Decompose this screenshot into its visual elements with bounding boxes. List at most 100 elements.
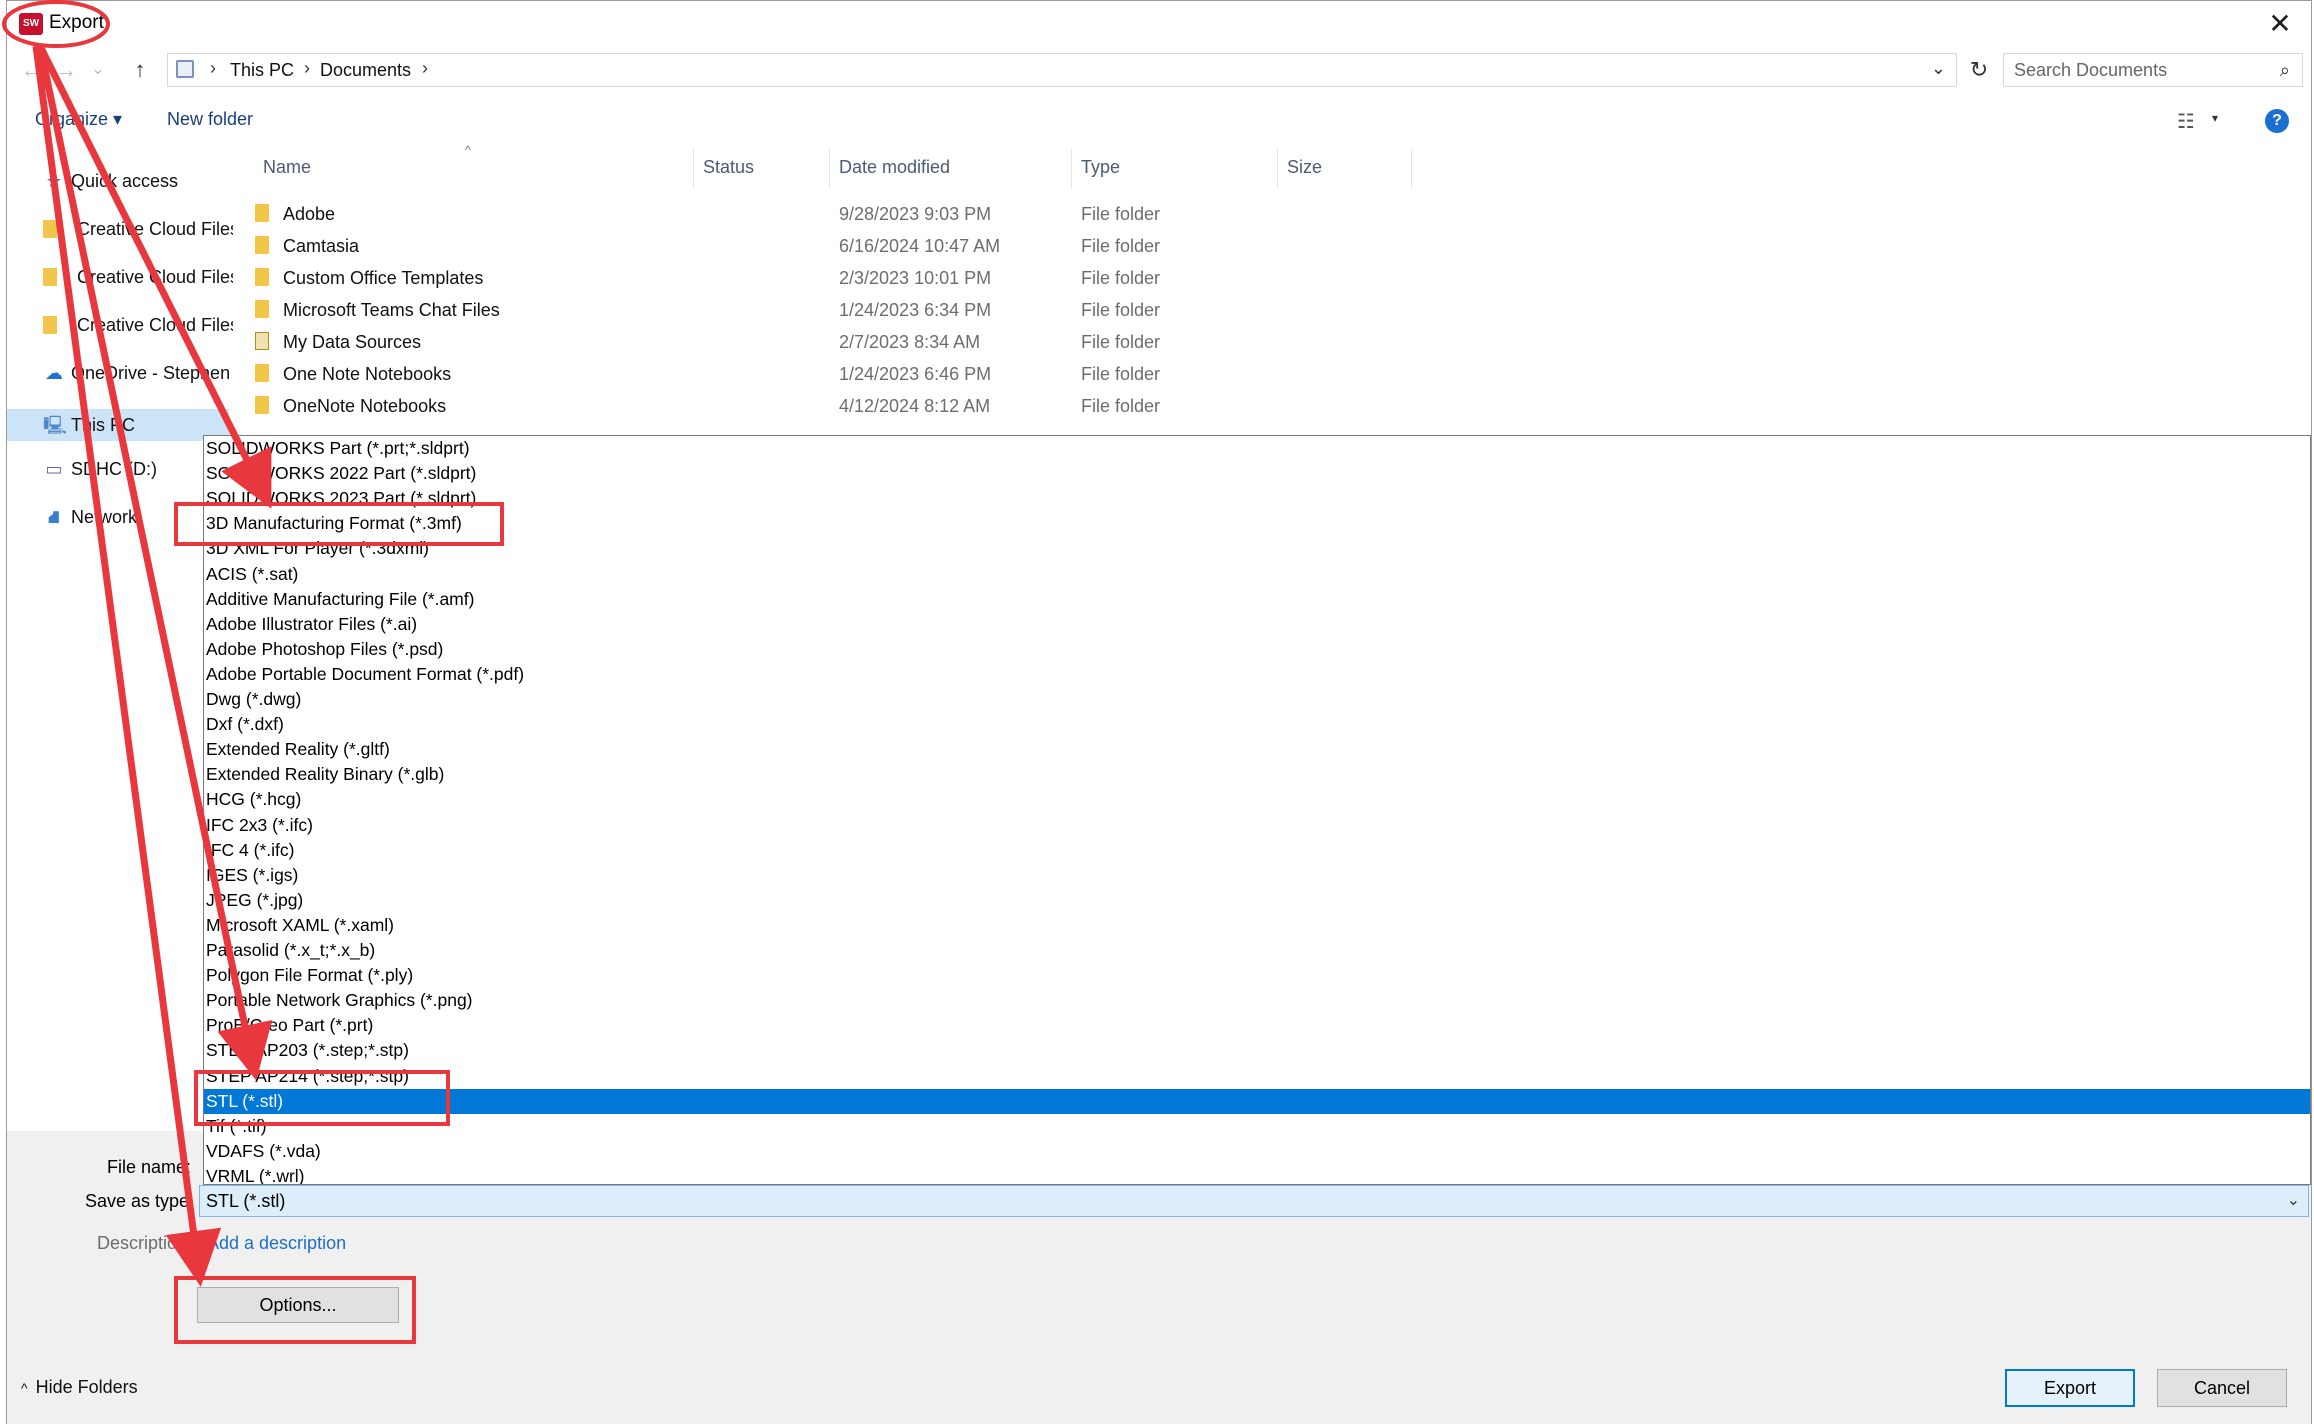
save-type-option[interactable]: Dxf (*.dxf) (204, 712, 2310, 737)
column-divider[interactable] (693, 149, 694, 189)
file-name: My Data Sources (283, 332, 422, 352)
file-date: 2/7/2023 8:34 AM (839, 332, 981, 352)
file-name: Camtasia (283, 236, 360, 256)
save-type-option[interactable]: Extended Reality Binary (*.glb) (204, 762, 2310, 787)
column-divider[interactable] (1071, 149, 1072, 189)
save-type-option[interactable]: SOLIDWORKS 2023 Part (*.sldprt) (204, 486, 2310, 511)
address-bar[interactable]: › This PC › Documents › ⌄ (167, 53, 1957, 87)
save-type-option[interactable]: SOLIDWORKS Part (*.prt;*.sldprt) (204, 436, 2310, 461)
search-input[interactable]: Search Documents ⌕ (2003, 53, 2303, 87)
add-description-link[interactable]: Add a description (207, 1233, 346, 1254)
sidebar-item-creative-cloud-3[interactable]: Creative Cloud Files (43, 315, 233, 349)
file-row[interactable]: Camtasia 6/16/2024 10:47 AM File folder (243, 231, 2243, 263)
this-pc-icon (176, 60, 194, 78)
solidworks-logo-icon: SW (19, 13, 43, 35)
save-type-option[interactable]: SOLIDWORKS 2022 Part (*.sldprt) (204, 461, 2310, 486)
search-icon: ⌕ (2279, 60, 2290, 80)
file-row[interactable]: Adobe 9/28/2023 9:03 PM File folder (243, 199, 2243, 231)
column-divider[interactable] (1277, 149, 1278, 189)
save-type-option[interactable]: ACIS (*.sat) (204, 562, 2310, 587)
save-type-option[interactable]: VRML (*.wrl) (204, 1164, 2310, 1184)
save-type-option[interactable]: VDAFS (*.vda) (204, 1139, 2310, 1164)
forward-arrow-icon[interactable]: → (51, 55, 81, 85)
save-type-option[interactable]: Extended Reality (*.gltf) (204, 737, 2310, 762)
file-date: 4/12/2024 8:12 AM (839, 396, 991, 416)
file-row[interactable]: OneNote Notebooks 4/12/2024 8:12 AM File… (243, 391, 2243, 423)
search-placeholder: Search Documents (2014, 60, 2168, 80)
file-type: File folder (1081, 268, 1161, 288)
file-type: File folder (1081, 204, 1161, 224)
save-as-type-select[interactable]: STL (*.stl) ⌄ (199, 1185, 2309, 1217)
close-button[interactable]: ✕ (2263, 7, 2297, 41)
save-type-option[interactable]: IFC 2x3 (*.ifc) (204, 813, 2310, 838)
sidebar-item-quick-access[interactable]: ★ Quick access (43, 171, 233, 205)
folder-icon (255, 300, 269, 318)
help-icon[interactable]: ? (2265, 109, 2289, 133)
save-type-option[interactable]: Additive Manufacturing File (*.amf) (204, 587, 2310, 612)
file-date: 2/3/2023 10:01 PM (839, 268, 992, 288)
save-type-option[interactable]: Adobe Photoshop Files (*.psd) (204, 637, 2310, 662)
save-type-option[interactable]: STEP AP214 (*.step;*.stp) (204, 1064, 2310, 1089)
save-type-option[interactable]: JPEG (*.jpg) (204, 888, 2310, 913)
options-button[interactable]: Options... (197, 1287, 399, 1323)
sidebar-item-this-pc[interactable]: 🖳 This PC (7, 409, 229, 441)
save-as-type-label: Save as type: (85, 1191, 195, 1211)
save-type-option[interactable]: Dwg (*.dwg) (204, 687, 2310, 712)
file-date: 1/24/2023 6:46 PM (839, 364, 992, 384)
up-arrow-icon[interactable]: ↑ (125, 55, 155, 85)
save-as-type-list[interactable]: SOLIDWORKS Part (*.prt;*.sldprt) SOLIDWOR… (203, 435, 2311, 1185)
file-row[interactable]: One Note Notebooks 1/24/2023 6:46 PM Fil… (243, 359, 2243, 391)
file-name: Adobe (283, 204, 336, 224)
save-type-option[interactable]: Tif (*.tif) (204, 1114, 2310, 1139)
save-type-option[interactable]: STL (*.stl) (204, 1088, 2310, 1114)
save-type-option[interactable]: ProE/Creo Part (*.prt) (204, 1013, 2310, 1038)
refresh-icon[interactable]: ↻ (1962, 53, 1996, 87)
folder-icon (255, 204, 269, 222)
column-header-size[interactable]: Size (1287, 157, 1322, 178)
column-divider[interactable] (1411, 149, 1412, 189)
view-options-icon[interactable]: ☷ (2177, 109, 2195, 134)
save-type-option[interactable]: Portable Network Graphics (*.png) (204, 988, 2310, 1013)
export-button[interactable]: Export (2005, 1369, 2135, 1407)
file-row[interactable]: Microsoft Teams Chat Files 1/24/2023 6:3… (243, 295, 2243, 327)
column-header-name[interactable]: Name (263, 157, 311, 178)
save-as-type-value: STL (*.stl) (206, 1191, 286, 1211)
save-type-option[interactable]: IFC 4 (*.ifc) (204, 838, 2310, 863)
chevron-up-icon: ^ (21, 1380, 28, 1396)
column-header-status[interactable]: Status (703, 157, 754, 178)
address-dropdown-icon[interactable]: ⌄ (1931, 58, 1946, 79)
save-type-option[interactable]: Adobe Portable Document Format (*.pdf) (204, 662, 2310, 687)
sidebar-item-creative-cloud-2[interactable]: Creative Cloud Files (43, 267, 233, 301)
sidebar-item-onedrive[interactable]: ☁ OneDrive - Stephen (43, 363, 233, 397)
save-type-option[interactable]: Parasolid (*.x_t;*.x_b) (204, 938, 2310, 963)
new-folder-button[interactable]: New folder (167, 109, 253, 130)
hide-folders-button[interactable]: ^ Hide Folders (21, 1377, 138, 1398)
column-header-date-modified[interactable]: Date modified (839, 157, 950, 178)
data-sources-folder-icon (255, 332, 269, 350)
save-type-option[interactable]: Microsoft XAML (*.xaml) (204, 913, 2310, 938)
breadcrumb-this-pc[interactable]: This PC (230, 60, 294, 81)
back-arrow-icon[interactable]: ← (17, 55, 47, 85)
recent-locations-icon[interactable]: ⌄ (83, 55, 113, 85)
column-header-type[interactable]: Type (1081, 157, 1120, 178)
sidebar-item-creative-cloud-1[interactable]: Creative Cloud Files (43, 219, 233, 253)
save-type-option[interactable]: IGES (*.igs) (204, 863, 2310, 888)
organize-menu-button[interactable]: Organize ▾ (35, 109, 122, 130)
chevron-down-icon[interactable]: ⌄ (2287, 1190, 2300, 1210)
save-type-option[interactable]: Adobe Illustrator Files (*.ai) (204, 612, 2310, 637)
breadcrumb-separator: › (304, 58, 310, 78)
view-dropdown-icon[interactable]: ▾ (2212, 111, 2218, 125)
file-row[interactable]: My Data Sources 2/7/2023 8:34 AM File fo… (243, 327, 2243, 359)
folder-icon (255, 268, 269, 286)
breadcrumb-separator[interactable]: › (422, 58, 428, 79)
save-type-option[interactable]: HCG (*.hcg) (204, 787, 2310, 812)
cancel-button[interactable]: Cancel (2157, 1369, 2287, 1407)
column-divider[interactable] (829, 149, 830, 189)
save-type-option[interactable]: Polygon File Format (*.ply) (204, 963, 2310, 988)
save-type-option[interactable]: 3D XML For Player (*.3dxml) (204, 536, 2310, 561)
file-row[interactable]: Custom Office Templates 2/3/2023 10:01 P… (243, 263, 2243, 295)
folder-icon (255, 364, 269, 382)
save-type-option[interactable]: 3D Manufacturing Format (*.3mf) (204, 511, 2310, 536)
save-type-option[interactable]: STEP AP203 (*.step;*.stp) (204, 1038, 2310, 1063)
breadcrumb-documents[interactable]: Documents (320, 60, 411, 81)
